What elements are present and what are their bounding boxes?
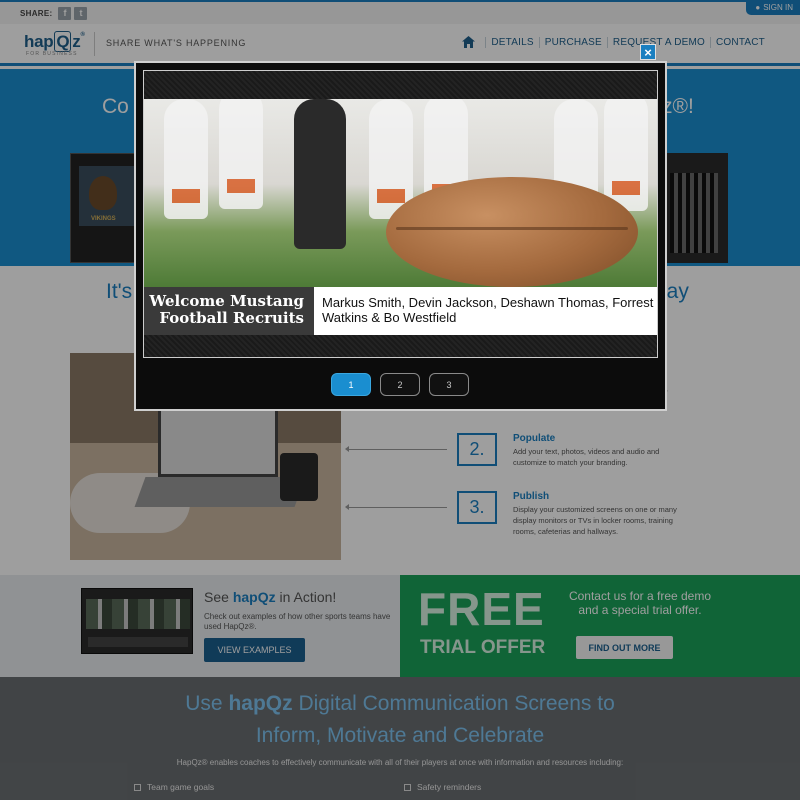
slide-caption-names: Markus Smith, Devin Jackson, Deshawn Tho… — [314, 287, 657, 335]
football-photo — [144, 99, 657, 288]
slide-preview: Welcome Mustang Football Recruits Markus… — [143, 70, 658, 358]
slide-caption-title: Welcome Mustang Football Recruits — [144, 287, 314, 335]
page-button-2[interactable]: 2 — [380, 373, 420, 396]
page-button-3[interactable]: 3 — [429, 373, 469, 396]
close-icon[interactable]: × — [640, 44, 656, 60]
slide-pager: 1 2 3 — [0, 373, 800, 396]
page-button-1[interactable]: 1 — [331, 373, 371, 396]
football-image — [386, 177, 638, 287]
